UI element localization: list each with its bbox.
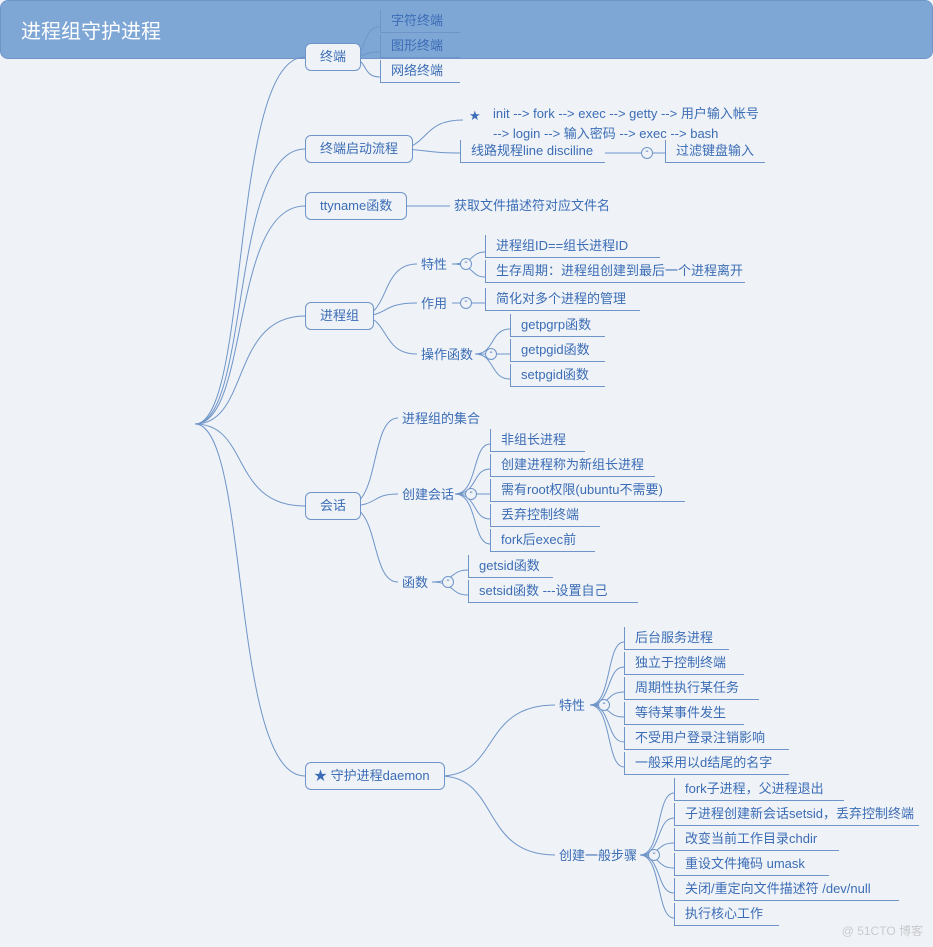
leaf-daemon-step-2: 改变当前工作目录chdir (674, 828, 839, 851)
leaf-daemon-trait-1: 独立于控制终端 (624, 652, 744, 675)
toggle-icon[interactable]: - (442, 576, 454, 588)
leaf-pg-func-0: getpgrp函数 (510, 314, 605, 337)
leaf-daemon-trait-5: 一般采用以d结尾的名字 (624, 752, 789, 775)
label-session-create: 创建会话 (398, 484, 458, 506)
leaf-pg-trait-1: 生存周期：进程组创建到最后一个进程离开 (485, 260, 745, 283)
leaf-session-func-1: setsid函数 ---设置自己 (468, 580, 638, 603)
node-terminal[interactable]: 终端 (305, 43, 361, 71)
leaf-ttyname-desc: 获取文件描述符对应文件名 (450, 195, 614, 217)
leaf-daemon-step-0: fork子进程，父进程退出 (674, 778, 844, 801)
toggle-icon[interactable]: - (641, 147, 653, 159)
node-session[interactable]: 会话 (305, 492, 361, 520)
leaf-daemon-step-1: 子进程创建新会话setsid，丢弃控制终端 (674, 803, 919, 826)
leaf-pg-func-1: getpgid函数 (510, 339, 605, 362)
node-startup[interactable]: 终端启动流程 (305, 135, 413, 163)
label-pg-trait: 特性 (417, 254, 451, 276)
leaf-network-terminal: 网络终端 (380, 60, 460, 83)
watermark: @ 51CTO 博客 (842, 922, 923, 939)
leaf-pg-trait-0: 进程组ID==组长进程ID (485, 235, 660, 258)
star-icon: ★ (469, 108, 481, 124)
leaf-graphic-terminal: 图形终端 (380, 35, 460, 58)
leaf-daemon-trait-0: 后台服务进程 (624, 627, 729, 650)
daemon-label: 守护进程daemon (331, 768, 430, 783)
label-session-funcs: 函数 (398, 572, 432, 594)
label-daemon-trait: 特性 (555, 695, 589, 717)
label-pg-role: 作用 (417, 293, 451, 315)
leaf-session-create-0: 非组长进程 (490, 429, 585, 452)
toggle-icon[interactable]: - (460, 258, 472, 270)
leaf-session-func-0: getsid函数 (468, 555, 553, 578)
label-session-set: 进程组的集合 (398, 408, 484, 430)
leaf-init-flow: init --> fork --> exec --> getty --> 用户输… (483, 102, 823, 145)
root-node[interactable]: 进程组守护进程 (0, 0, 933, 59)
leaf-daemon-step-3: 重设文件掩码 umask (674, 853, 829, 876)
toggle-icon[interactable]: - (485, 348, 497, 360)
label-pg-funcs: 操作函数 (417, 344, 477, 366)
leaf-daemon-trait-2: 周期性执行某任务 (624, 677, 759, 700)
toggle-icon[interactable]: - (460, 297, 472, 309)
node-ttyname[interactable]: ttyname函数 (305, 192, 407, 220)
leaf-daemon-trait-3: 等待某事件发生 (624, 702, 744, 725)
star-icon: ★ (314, 768, 327, 783)
toggle-icon[interactable]: - (465, 488, 477, 500)
leaf-char-terminal: 字符终端 (380, 10, 460, 33)
leaf-line-discipline: 线路规程line disciline (460, 140, 605, 163)
leaf-pg-role: 简化对多个进程的管理 (485, 288, 640, 311)
node-process-group[interactable]: 进程组 (305, 302, 374, 330)
leaf-filter-keyboard: 过滤键盘输入 (665, 140, 765, 163)
leaf-session-create-2: 需有root权限(ubuntu不需要) (490, 479, 685, 502)
toggle-icon[interactable]: - (648, 849, 660, 861)
leaf-session-create-4: fork后exec前 (490, 529, 595, 552)
node-daemon[interactable]: ★ 守护进程daemon (305, 762, 445, 790)
label-daemon-steps: 创建一般步骤 (555, 845, 641, 867)
leaf-session-create-3: 丢弃控制终端 (490, 504, 600, 527)
leaf-session-create-1: 创建进程称为新组长进程 (490, 454, 655, 477)
leaf-daemon-trait-4: 不受用户登录注销影响 (624, 727, 789, 750)
leaf-daemon-step-5: 执行核心工作 (674, 903, 779, 926)
leaf-pg-func-2: setpgid函数 (510, 364, 605, 387)
toggle-icon[interactable]: - (598, 699, 610, 711)
leaf-daemon-step-4: 关闭/重定向文件描述符 /dev/null (674, 878, 899, 901)
